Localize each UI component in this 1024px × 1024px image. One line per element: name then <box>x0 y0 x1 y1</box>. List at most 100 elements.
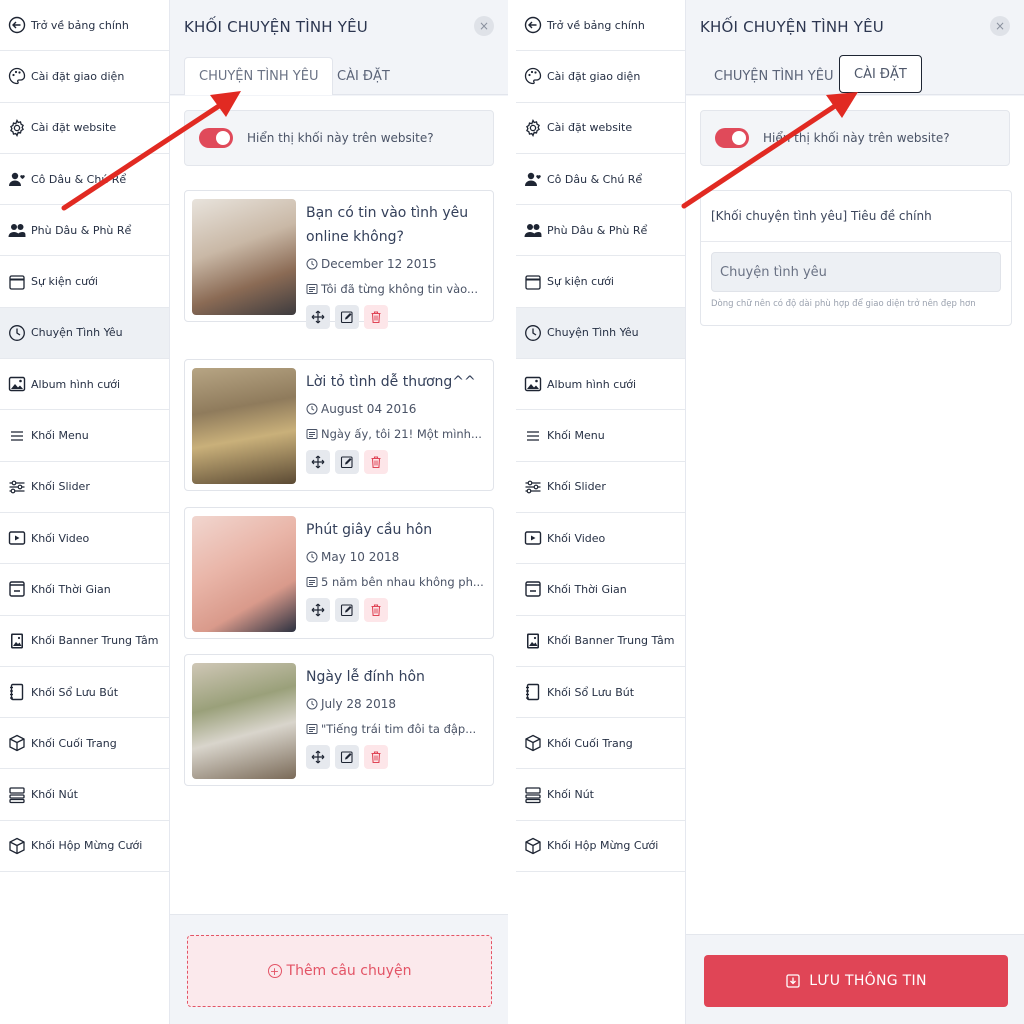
sidebar-item-label: Cài đặt giao diện <box>547 69 641 83</box>
delete-button[interactable] <box>364 450 388 474</box>
sidebar-item-label: Cô Dâu & Chú Rể <box>31 172 127 186</box>
panel-body: Hiển thị khối này trên website? Bạn có t… <box>170 96 508 1024</box>
sidebar-item[interactable]: Phù Dâu & Phù Rể <box>516 205 685 257</box>
edit-button[interactable] <box>335 305 359 329</box>
sidebar-item[interactable]: Sự kiện cưới <box>0 256 169 308</box>
sidebar-item-label: Album hình cưới <box>547 377 637 391</box>
sidebar-item-label: Khối Video <box>31 531 90 545</box>
sidebar-item[interactable]: Sự kiện cưới <box>516 256 685 308</box>
toggle-label: Hiển thị khối này trên website? <box>763 131 950 145</box>
sidebar-item[interactable]: Khối Thời Gian <box>516 564 685 616</box>
sidebar-item[interactable]: Album hình cưới <box>0 359 169 411</box>
sidebar-item[interactable]: Trở về bảng chính <box>0 0 169 52</box>
story-excerpt: Tôi đã từng không tin vào... <box>321 282 478 296</box>
edit-button[interactable] <box>335 598 359 622</box>
story-date-row: July 28 2018 <box>306 697 396 711</box>
sidebar-item[interactable]: Khối Video <box>0 513 169 565</box>
sidebar-item[interactable]: Trở về bảng chính <box>516 0 685 52</box>
story-photo <box>192 368 296 484</box>
visibility-toggle[interactable] <box>715 128 749 148</box>
sidebar-left: Trở về bảng chính Cài đặt giao diện Cài đặ… <box>0 0 170 1024</box>
clock-icon <box>306 258 318 270</box>
sidebar-item[interactable]: Cô Dâu & Chú Rể <box>0 154 169 206</box>
move-button[interactable] <box>306 745 330 769</box>
close-button[interactable]: × <box>474 16 494 36</box>
sidebar-item-label: Khối Menu <box>547 429 605 443</box>
sidebar-item[interactable]: Khối Sổ Lưu Bút <box>0 667 169 719</box>
gift-box-icon <box>524 837 542 855</box>
tab-story[interactable]: CHUYỆN TÌNH YÊU <box>184 57 334 95</box>
visibility-toggle[interactable] <box>199 128 233 148</box>
sidebar-item-label: Chuyện Tình Yêu <box>547 326 639 340</box>
story-photo <box>192 199 296 315</box>
sidebar-item[interactable]: Khối Hộp Mừng Cưới <box>516 821 685 873</box>
story-actions <box>306 305 388 329</box>
notebook-icon <box>524 683 542 701</box>
sidebar-item[interactable]: Chuyện Tình Yêu <box>516 307 685 360</box>
sidebar-item[interactable]: Album hình cưới <box>516 359 685 411</box>
story-date: August 04 2016 <box>321 402 417 416</box>
sidebar-item[interactable]: Khối Menu <box>516 410 685 462</box>
sidebar-item[interactable]: Khối Thời Gian <box>0 564 169 616</box>
story-card: Lời tỏ tình dễ thương^^ August 04 2016 Ngà… <box>184 359 494 491</box>
sidebar-item-label: Phù Dâu & Phù Rể <box>547 223 648 237</box>
clock-icon <box>306 698 318 710</box>
sidebar-item[interactable]: Khối Hộp Mừng Cưới <box>0 821 169 873</box>
sidebar-item-label: Trở về bảng chính <box>547 18 645 32</box>
sidebar-item[interactable]: Khối Menu <box>0 410 169 462</box>
tab-story[interactable]: CHUYỆN TÌNH YÊU <box>700 57 847 95</box>
story-photo <box>192 663 296 779</box>
clock-icon <box>306 551 318 563</box>
sidebar-item[interactable]: Khối Slider <box>516 462 685 513</box>
sidebar-item[interactable]: Khối Cuối Trang <box>0 718 169 770</box>
sidebar-item[interactable]: Cài đặt giao diện <box>0 51 169 103</box>
field-hint: Dòng chữ nên có độ dài phù hợp để giao d… <box>711 299 976 309</box>
sidebar-item[interactable]: Chuyện Tình Yêu <box>0 307 169 360</box>
edit-button[interactable] <box>335 745 359 769</box>
sidebar-item[interactable]: Phù Dâu & Phù Rể <box>0 205 169 257</box>
title-input[interactable] <box>711 252 1001 292</box>
sidebar-item-label: Khối Slider <box>31 480 90 494</box>
tab-settings[interactable]: CÀI ĐẶT <box>323 57 404 95</box>
sidebar-item-label: Khối Video <box>547 531 606 545</box>
add-story-button[interactable]: + Thêm câu chuyện <box>187 935 492 1007</box>
move-button[interactable] <box>306 598 330 622</box>
close-button[interactable]: × <box>990 16 1010 36</box>
sidebar-item-label: Sự kiện cưới <box>31 275 98 289</box>
sidebar-item[interactable]: Khối Cuối Trang <box>516 718 685 770</box>
save-button[interactable]: LƯU THÔNG TIN <box>704 955 1008 1007</box>
sidebar-item[interactable]: Cô Dâu & Chú Rể <box>516 154 685 206</box>
sidebar-item[interactable]: Cài đặt giao diện <box>516 51 685 103</box>
palette-icon <box>8 67 26 85</box>
story-excerpt-row: "Tiếng trái tim đôi ta đập... <box>306 722 486 736</box>
sidebar-item[interactable]: Khối Banner Trung Tâm <box>516 616 685 667</box>
video-icon <box>524 529 542 547</box>
story-card: Phút giây cầu hôn May 10 2018 5 năm bên nh… <box>184 507 494 639</box>
story-excerpt: 5 năm bên nhau không ph... <box>321 575 484 589</box>
sidebar-item[interactable]: Cài đặt website <box>0 103 169 154</box>
close-icon: × <box>994 19 1006 33</box>
banner-icon <box>8 632 26 650</box>
sidebar-item[interactable]: Cài đặt website <box>516 103 685 154</box>
delete-button[interactable] <box>364 305 388 329</box>
move-button[interactable] <box>306 450 330 474</box>
clock-icon <box>306 403 318 415</box>
sidebar-item[interactable]: Khối Video <box>516 513 685 565</box>
panel-footer: + Thêm câu chuyện <box>170 914 508 1024</box>
edit-button[interactable] <box>335 450 359 474</box>
tab-settings[interactable]: CÀI ĐẶT <box>839 55 922 93</box>
gear-icon <box>8 118 26 137</box>
sidebar-item[interactable]: Khối Banner Trung Tâm <box>0 616 169 667</box>
delete-button[interactable] <box>364 598 388 622</box>
story-excerpt-row: Ngày ấy, tôi 21! Một mình... <box>306 427 486 441</box>
delete-button[interactable] <box>364 745 388 769</box>
edit-icon <box>340 751 353 764</box>
story-card: Bạn có tin vào tình yêu online không? Dec… <box>184 190 494 329</box>
story-excerpt-row: 5 năm bên nhau không ph... <box>306 575 486 589</box>
notebook-icon <box>8 683 26 701</box>
move-button[interactable] <box>306 305 330 329</box>
sidebar-item[interactable]: Khối Nút <box>0 769 169 821</box>
sidebar-item[interactable]: Khối Nút <box>516 769 685 821</box>
sidebar-item[interactable]: Khối Slider <box>0 462 169 513</box>
sidebar-item[interactable]: Khối Sổ Lưu Bút <box>516 667 685 719</box>
